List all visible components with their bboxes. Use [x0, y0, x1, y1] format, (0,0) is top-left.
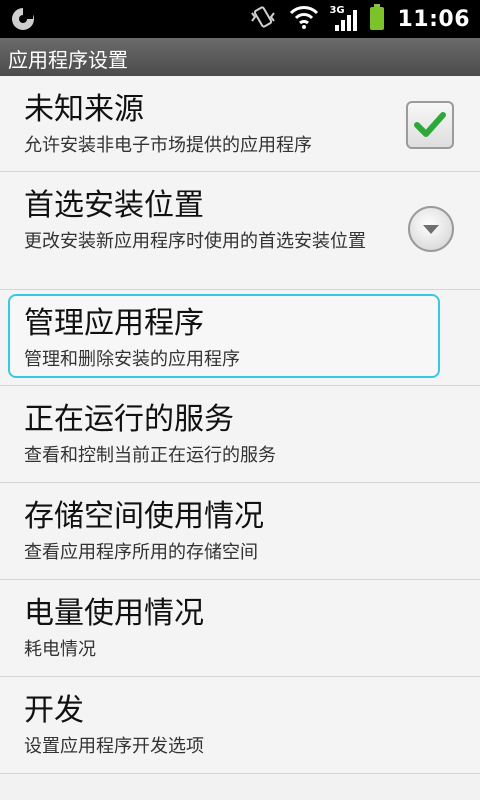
- clock: 11:06: [397, 6, 470, 32]
- setting-summary: 查看应用程序所用的存储空间: [24, 542, 258, 563]
- setting-summary: 管理和删除安装的应用程序: [24, 349, 240, 370]
- battery-icon: [369, 3, 385, 35]
- status-bar: 3G 11:06: [0, 0, 480, 38]
- wifi-icon: [289, 4, 319, 34]
- setting-install-location[interactable]: 首选安装位置 更改安装新应用程序时使用的首选安装位置: [0, 172, 480, 290]
- 3g-signal-icon: 3G: [329, 5, 358, 33]
- setting-battery-use[interactable]: 电量使用情况 耗电情况: [0, 580, 480, 677]
- settings-list: 未知来源 允许安装非电子市场提供的应用程序 首选安装位置 更改安装新应用程序时使…: [0, 76, 480, 774]
- vibrate-icon: [249, 3, 277, 35]
- setting-title: 电量使用情况: [24, 596, 204, 631]
- title-bar: 应用程序设置: [0, 38, 480, 77]
- setting-storage-use[interactable]: 存储空间使用情况 查看应用程序所用的存储空间: [0, 483, 480, 580]
- install-location-dropdown[interactable]: [408, 206, 454, 252]
- setting-summary: 更改安装新应用程序时使用的首选安装位置: [24, 231, 366, 252]
- setting-summary: 耗电情况: [24, 639, 96, 660]
- setting-summary: 查看和控制当前正在运行的服务: [24, 445, 276, 466]
- setting-title: 管理应用程序: [24, 306, 204, 341]
- setting-title: 未知来源: [24, 92, 144, 127]
- unknown-sources-checkbox[interactable]: [406, 101, 454, 149]
- setting-summary: 设置应用程序开发选项: [24, 736, 204, 757]
- setting-summary: 允许安装非电子市场提供的应用程序: [24, 135, 312, 156]
- sd-card-icon: [10, 6, 36, 32]
- setting-title: 存储空间使用情况: [24, 499, 264, 534]
- setting-manage-applications[interactable]: 管理应用程序 管理和删除安装的应用程序: [0, 290, 480, 386]
- setting-title: 首选安装位置: [24, 188, 204, 223]
- setting-title: 开发: [24, 693, 84, 728]
- setting-running-services[interactable]: 正在运行的服务 查看和控制当前正在运行的服务: [0, 386, 480, 483]
- setting-unknown-sources[interactable]: 未知来源 允许安装非电子市场提供的应用程序: [0, 76, 480, 172]
- chevron-down-icon: [423, 225, 439, 234]
- page-title: 应用程序设置: [8, 48, 128, 72]
- setting-title: 正在运行的服务: [24, 402, 234, 437]
- check-icon: [414, 112, 446, 137]
- setting-development[interactable]: 开发 设置应用程序开发选项: [0, 677, 480, 774]
